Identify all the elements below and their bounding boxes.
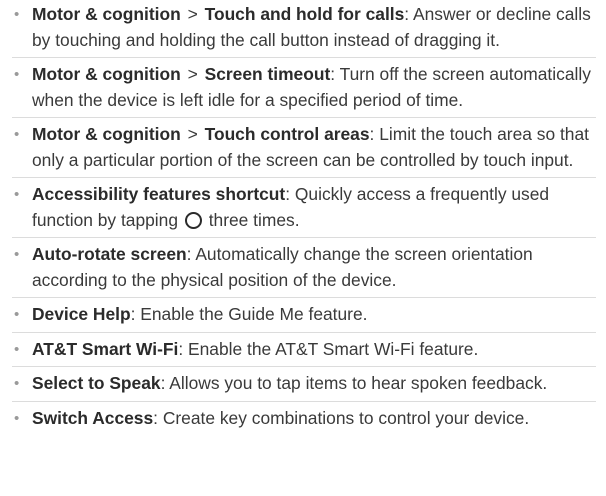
list-item-att-smart-wifi: • AT&T Smart Wi-Fi: Enable the AT&T Smar… (12, 337, 596, 367)
feature-name: Device Help (32, 304, 131, 324)
path-separator: > (187, 4, 198, 24)
list-item-switch-access: • Switch Access: Create key combinations… (12, 406, 596, 436)
feature-name: Select to Speak (32, 373, 161, 393)
list-item-screen-timeout: • Motor & cognition > Screen timeout: Tu… (12, 62, 596, 118)
feature-name: Touch control areas (204, 124, 370, 144)
feature-name: AT&T Smart Wi-Fi (32, 338, 179, 359)
home-button-icon (184, 211, 202, 229)
menu-path: Motor & cognition (32, 4, 181, 24)
list-item-touch-and-hold-for-calls: • Motor & cognition > Touch and hold for… (12, 2, 596, 58)
path-separator: > (187, 124, 198, 144)
list-item-auto-rotate-screen: • Auto-rotate screen: Automatically chan… (12, 242, 596, 298)
feature-description: : Enable the Guide Me feature. (130, 304, 368, 324)
document-page: • Motor & cognition > Touch and hold for… (0, 0, 606, 496)
bullet: • (14, 246, 20, 263)
feature-name: Accessibility features shortcut (32, 184, 286, 204)
feature-name: Auto-rotate screen (32, 244, 187, 264)
list-item-accessibility-features-shortcut: • Accessibility features shortcut: Quick… (12, 182, 596, 238)
path-separator: > (187, 64, 198, 84)
list-item-select-to-speak: • Select to Speak: Allows you to tap ite… (12, 371, 596, 402)
list-item-device-help: • Device Help: Enable the Guide Me featu… (12, 302, 596, 333)
menu-path: Motor & cognition (32, 124, 181, 144)
list-item-touch-control-areas: • Motor & cognition > Touch control area… (12, 122, 596, 178)
bullet: • (14, 409, 20, 427)
bullet: • (14, 186, 20, 203)
accessibility-feature-list: • Motor & cognition > Touch and hold for… (12, 2, 596, 435)
feature-description: : Enable the AT&T Smart Wi-Fi feature. (178, 338, 479, 359)
feature-description-end: three times. (208, 209, 300, 230)
feature-name: Touch and hold for calls (204, 4, 405, 24)
bullet: • (14, 375, 20, 392)
bullet: • (14, 6, 20, 23)
bullet: • (14, 66, 20, 83)
bullet: • (14, 306, 20, 323)
feature-description: : Allows you to tap items to hear spoken… (160, 373, 548, 393)
bullet: • (14, 126, 20, 143)
feature-name: Switch Access (32, 407, 154, 428)
bullet: • (14, 340, 20, 358)
feature-description: : Create key combinations to control you… (153, 407, 530, 428)
menu-path: Motor & cognition (32, 64, 181, 84)
feature-name: Screen timeout (204, 64, 331, 84)
